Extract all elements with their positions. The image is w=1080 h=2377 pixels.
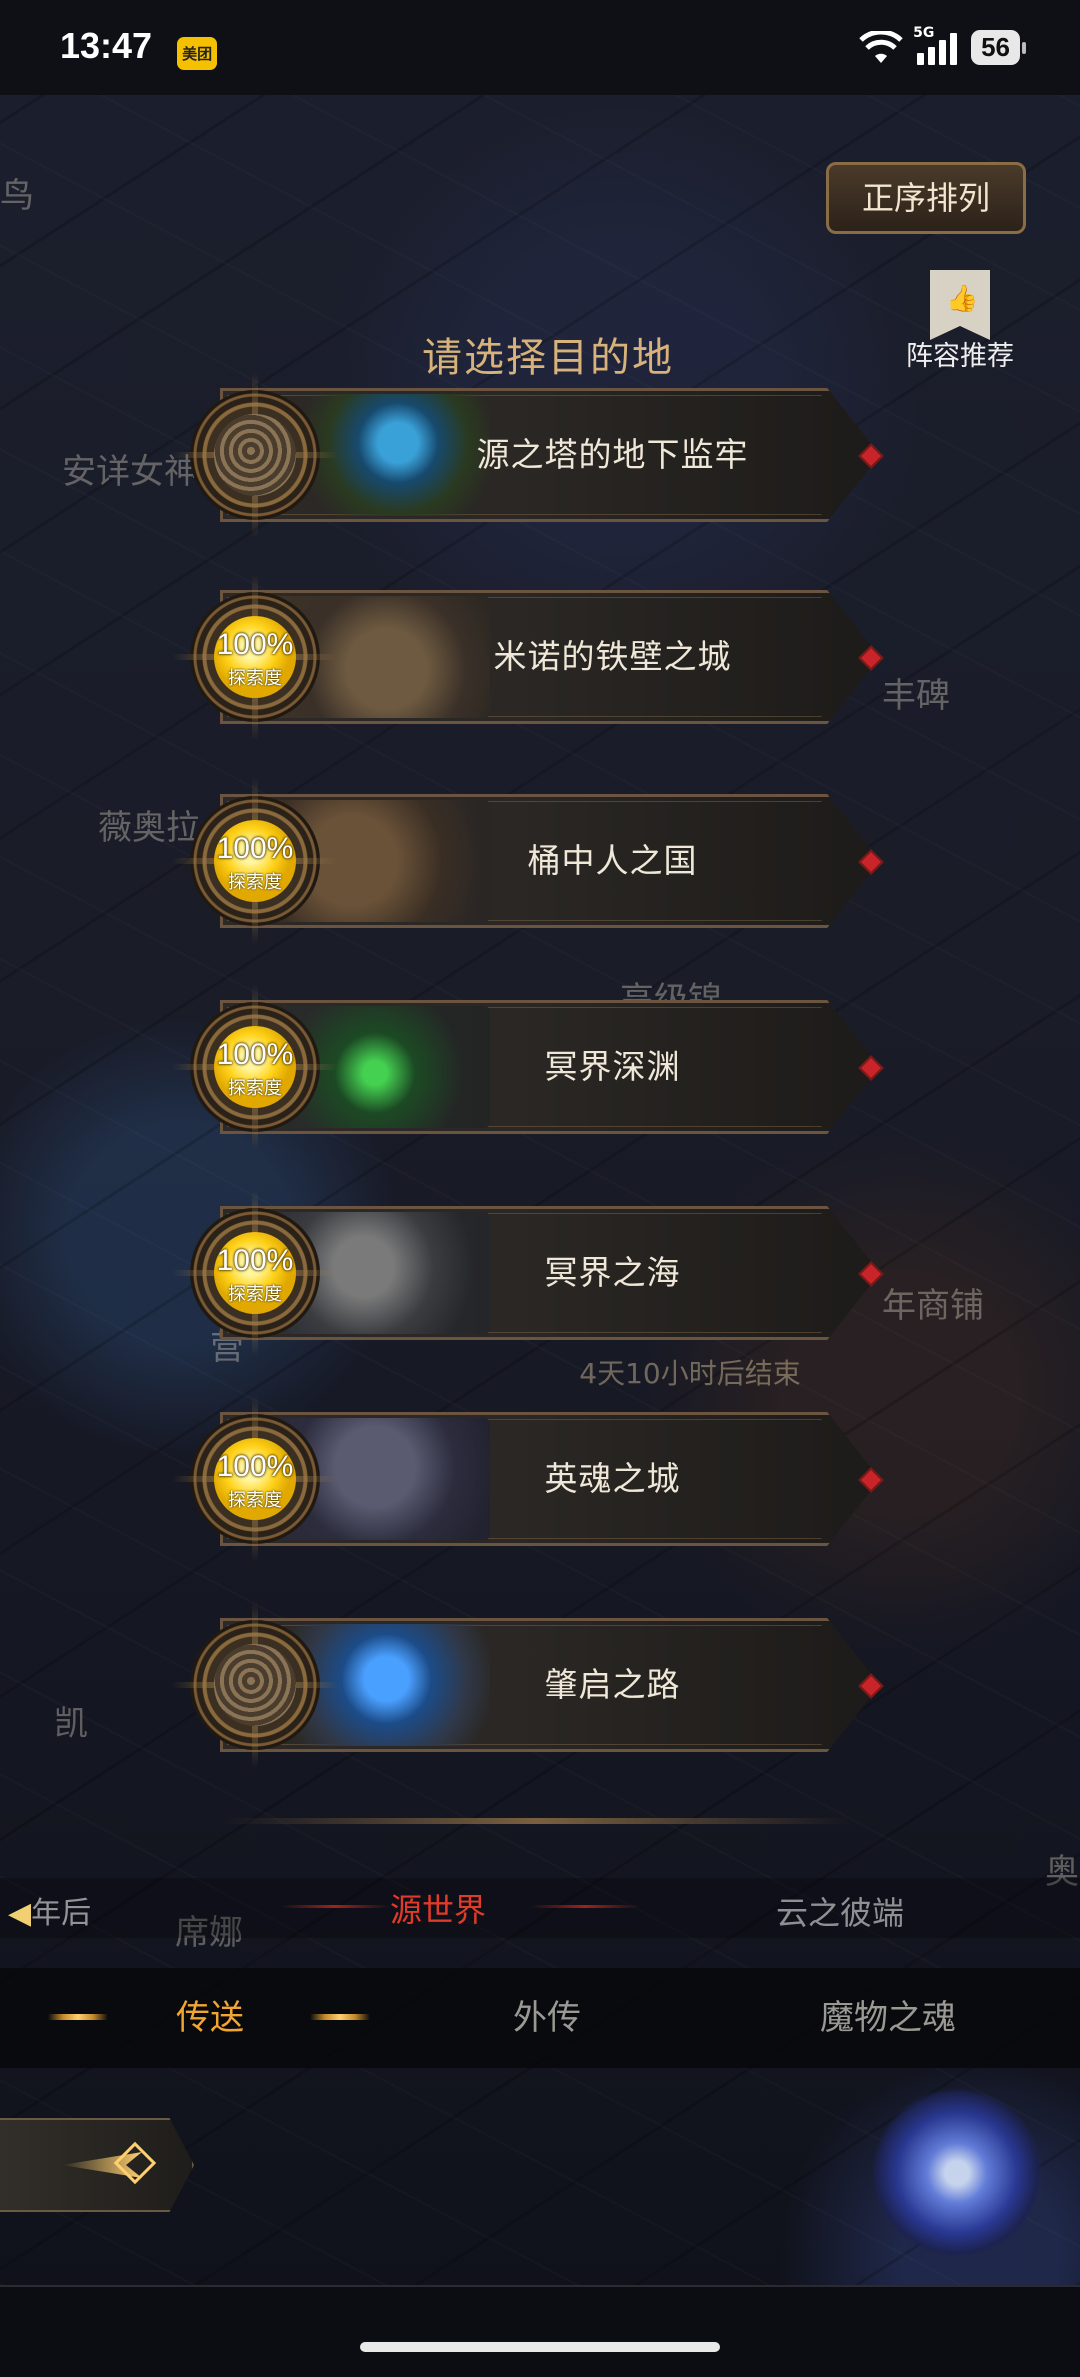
- page-title: 请选择目的地: [422, 335, 674, 381]
- destination-name: 米诺的铁壁之城: [493, 637, 732, 676]
- destination-item[interactable]: 源之塔的地下监牢: [170, 372, 910, 538]
- swirl-icon: [214, 1644, 296, 1726]
- exploration-medal: 100% 探索度: [172, 1190, 338, 1356]
- destination-item[interactable]: 100% 探索度 冥界之海: [170, 1190, 910, 1356]
- world-prev-button[interactable]: ◀年后: [8, 1888, 91, 1932]
- status-bar: 13:47 美团 5G 56: [0, 0, 1080, 95]
- tab-ornament-left: [48, 2014, 108, 2020]
- portal-icon: [872, 2088, 1042, 2258]
- destination-item[interactable]: 100% 探索度 冥界深渊: [170, 984, 910, 1150]
- diamond-icon: [113, 2141, 157, 2185]
- destination-item[interactable]: 肇启之路: [170, 1602, 910, 1768]
- back-button[interactable]: [0, 2118, 194, 2212]
- destination-name: 源之塔的地下监牢: [476, 435, 749, 474]
- exploration-medal-locked: [172, 372, 338, 538]
- wifi-icon: [859, 30, 903, 63]
- exploration-percent: 100%: [216, 832, 294, 865]
- ornament-right: [530, 1905, 640, 1908]
- meituan-app-icon: 美团: [177, 37, 218, 70]
- destination-item[interactable]: 100% 探索度 英魂之城: [170, 1396, 910, 1562]
- destination-name: 冥界深渊: [544, 1047, 681, 1086]
- chevron-left-icon: ◀: [8, 1896, 32, 1931]
- swirl-icon: [214, 414, 296, 496]
- exploration-percent: 100%: [216, 1038, 294, 1071]
- tab-ornament-right: [310, 2014, 370, 2020]
- sort-order-button[interactable]: 正序排列: [826, 162, 1026, 234]
- exploration-label: 探索度: [228, 1078, 282, 1099]
- exploration-percent: 100%: [216, 1244, 294, 1277]
- signal-icon: 5G: [913, 25, 958, 65]
- home-indicator[interactable]: [360, 2342, 720, 2352]
- list-scroll-edge: [222, 1818, 852, 1824]
- bottom-frame: [0, 2285, 1080, 2377]
- tab-side-story[interactable]: 外传: [447, 1968, 647, 2068]
- exploration-medal: 100% 探索度: [172, 984, 338, 1150]
- map-label: 凯: [54, 1704, 88, 1744]
- world-current: 源世界: [390, 1891, 487, 1929]
- exploration-medal: 100% 探索度: [172, 778, 338, 944]
- map-label: 鸟: [0, 176, 34, 216]
- exploration-medal: 100% 探索度: [172, 574, 338, 740]
- world-next-button[interactable]: 云之彼端: [776, 1888, 904, 1934]
- destination-item[interactable]: 100% 探索度 米诺的铁壁之城: [170, 574, 910, 740]
- tab-monster-soul[interactable]: 魔物之魂: [768, 1968, 1008, 2068]
- exploration-label: 探索度: [228, 1490, 282, 1511]
- tab-teleport[interactable]: 传送: [110, 1968, 310, 2068]
- battery-icon: 56: [971, 30, 1026, 65]
- event-timer: 4天10小时后结束: [579, 1357, 801, 1390]
- destination-name: 肇启之路: [544, 1665, 681, 1704]
- destination-name: 英魂之城: [544, 1459, 681, 1498]
- network-type: 5G: [913, 24, 935, 41]
- exploration-percent: 100%: [216, 628, 294, 661]
- exploration-label: 探索度: [228, 668, 282, 689]
- tab-bar: 传送 外传 魔物之魂: [0, 1968, 1080, 2068]
- exploration-label: 探索度: [228, 872, 282, 893]
- ornament-left: [280, 1905, 390, 1908]
- exploration-percent: 100%: [216, 1450, 294, 1483]
- world-prev-label: 年后: [31, 1896, 92, 1931]
- destination-name: 冥界之海: [544, 1253, 681, 1292]
- status-time: 13:47: [60, 25, 153, 66]
- exploration-medal: 100% 探索度: [172, 1396, 338, 1562]
- exploration-medal-locked: [172, 1602, 338, 1768]
- destination-item[interactable]: 100% 探索度 桶中人之国: [170, 778, 910, 944]
- world-nav-bar: [0, 1878, 1080, 1938]
- exploration-label: 探索度: [228, 1284, 282, 1305]
- destination-name: 桶中人之国: [527, 841, 698, 880]
